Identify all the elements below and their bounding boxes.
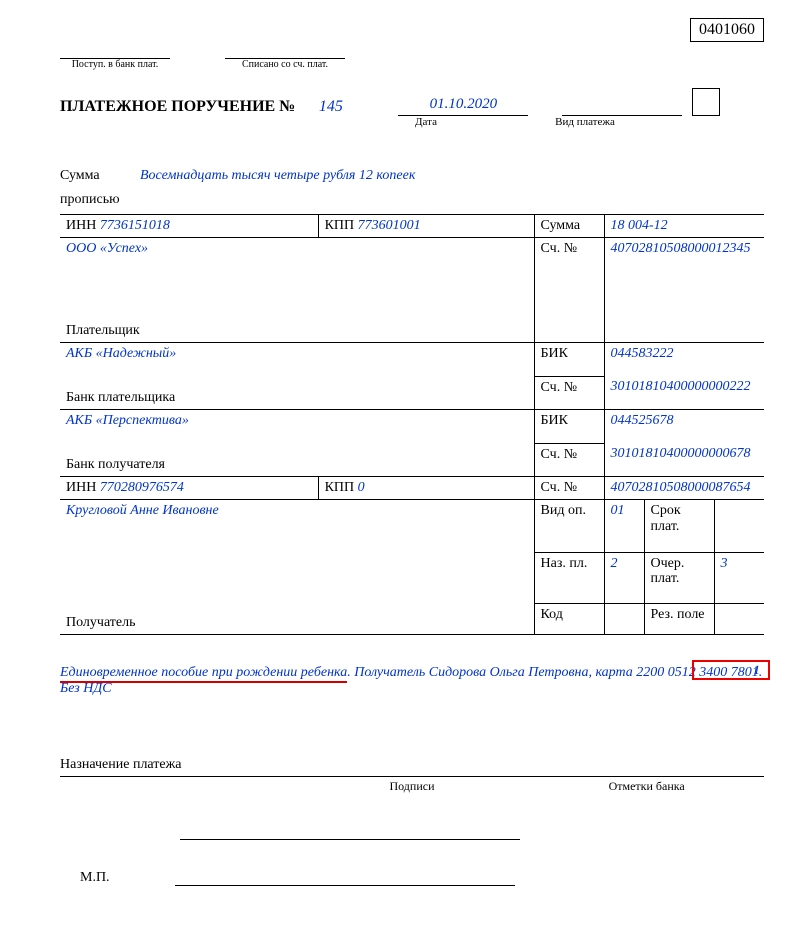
recv-name: Кругловой Анне Ивановне: [66, 503, 528, 519]
title-row: ПЛАТЕЖНОЕ ПОРУЧЕНИЕ № 145 01.10.2020: [60, 88, 764, 116]
rez-pole-value: [714, 603, 764, 634]
kod-label: Код: [534, 603, 604, 634]
kpp-label: КПП: [325, 218, 355, 233]
naz-pl-label: Наз. пл.: [534, 552, 604, 603]
payer-bank-acc-label: Сч. №: [534, 376, 604, 410]
recv-bank-acc-label: Сч. №: [534, 443, 604, 477]
payer-name: ООО «Успех»: [66, 241, 528, 257]
payer-bank-bik-label: БИК: [534, 343, 604, 377]
ocher-plat-label: Очер. плат.: [644, 552, 714, 603]
recv-label: Получатель: [66, 615, 528, 631]
recv-bank-acc: 30101810400000000678: [604, 443, 764, 477]
payer-acc: 40702810508000012345: [604, 238, 764, 343]
top-header-fields: Поступ. в банк плат. Списано со сч. плат…: [60, 58, 380, 70]
payer-kpp: 773601001: [358, 218, 421, 233]
mp-label: М.П.: [80, 870, 120, 886]
sum-words-value: Восемнадцать тысяч четыре рубля 12 копее…: [140, 168, 764, 208]
payer-bank-bik: 044583222: [604, 343, 764, 377]
recv-inn: 770280976574: [100, 480, 184, 495]
signature-line-1: [180, 839, 520, 840]
signature-labels-row: Подписи Отметки банка: [60, 779, 764, 794]
okud-code: 0401060: [690, 18, 764, 42]
srok-plat-value: [714, 500, 764, 553]
main-table: ИНН 7736151018 КПП 773601001 Сумма 18 00…: [60, 214, 764, 635]
srok-plat-label: Срок плат.: [644, 500, 714, 553]
recv-bank-name: АКБ «Перспектива»: [66, 413, 528, 429]
rez-pole-label: Рез. поле: [644, 603, 714, 634]
payer-bank-label: Банк плательщика: [66, 390, 528, 406]
podpisi-label: Подписи: [295, 779, 530, 794]
signature-line-2: [175, 885, 515, 886]
naz-pl-value: 2: [604, 552, 644, 603]
otmetki-label: Отметки банка: [529, 779, 764, 794]
doc-number: 145: [303, 98, 358, 116]
inn-label: ИНН: [66, 218, 96, 233]
recv-kpp-label: КПП: [325, 480, 355, 495]
payer-bank-acc: 30101810400000000222: [604, 376, 764, 410]
purpose-label: Назначение платежа: [60, 757, 764, 777]
purpose-text: Единовременное пособие при рождении ребе…: [60, 665, 764, 697]
recv-bank-bik: 044525678: [604, 410, 764, 444]
doc-date: 01.10.2020: [398, 96, 528, 116]
recv-acc: 40702810508000087654: [604, 477, 764, 500]
recv-inn-label: ИНН: [66, 480, 96, 495]
recv-bank-bik-label: БИК: [534, 410, 604, 444]
vid-op-value: 01: [604, 500, 644, 553]
sum-label: Сумма: [534, 215, 604, 238]
postup-label: Поступ. в банк плат.: [72, 59, 159, 70]
vid-op-label: Вид оп.: [534, 500, 604, 553]
payer-inn: 7736151018: [100, 218, 170, 233]
spisano-label: Списано со сч. плат.: [242, 59, 328, 70]
payer-bank-name: АКБ «Надежный»: [66, 346, 528, 362]
doc-title: ПЛАТЕЖНОЕ ПОРУЧЕНИЕ №: [60, 98, 295, 116]
date-sublabel: Дата: [361, 116, 491, 128]
kod-value: [604, 603, 644, 634]
payer-acc-label: Сч. №: [534, 238, 604, 343]
ocher-plat-value: 3: [714, 552, 764, 603]
pay-kind-value: [562, 96, 682, 116]
recv-kpp: 0: [358, 480, 365, 495]
highlighted-code: 1: [754, 662, 761, 678]
sum-words-label: Сумма прописью: [60, 168, 140, 208]
mp-row: М.П.: [60, 870, 764, 886]
status-box: [692, 88, 720, 116]
payer-label: Плательщик: [66, 323, 528, 339]
highlighted-code-box: 1: [692, 660, 770, 680]
recv-bank-label: Банк получателя: [66, 457, 528, 473]
paykind-sublabel: Вид платежа: [525, 116, 645, 128]
payment-order-document: 0401060 Поступ. в банк плат. Списано со …: [0, 0, 789, 942]
sum-words-row: Сумма прописью Восемнадцать тысяч четыре…: [60, 168, 764, 208]
sum-value: 18 004-12: [604, 215, 764, 238]
recv-acc-label: Сч. №: [534, 477, 604, 500]
